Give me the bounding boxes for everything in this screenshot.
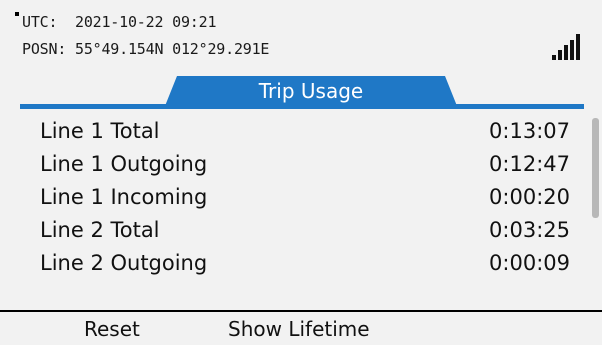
row-value: 0:00:20 <box>489 184 570 209</box>
scrollbar-thumb[interactable] <box>592 118 599 218</box>
status-indicator-dot <box>15 12 19 16</box>
device-screen: UTC: 2021-10-22 09:21 POSN: 55°49.154N 0… <box>0 0 602 345</box>
row-label: Line 1 Outgoing <box>40 151 208 176</box>
utc-time: UTC: 2021-10-22 09:21 <box>22 13 217 31</box>
position-readout: POSN: 55°49.154N 012°29.291E <box>22 40 270 58</box>
reset-button[interactable]: Reset <box>84 316 140 342</box>
usage-list[interactable]: Line 1 Total 0:13:07 Line 1 Outgoing 0:1… <box>40 114 570 304</box>
page-title: Trip Usage <box>258 79 364 103</box>
row-value: 0:13:07 <box>489 118 570 143</box>
list-item[interactable]: Line 1 Total 0:13:07 <box>40 114 570 147</box>
header-divider <box>20 104 584 109</box>
row-value: 0:03:25 <box>489 217 570 242</box>
row-label: Line 1 Total <box>40 118 160 143</box>
list-item[interactable]: Line 2 Total 0:03:25 <box>40 213 570 246</box>
row-label: Line 2 Total <box>40 217 160 242</box>
list-item[interactable]: Line 2 Outgoing 0:00:09 <box>40 246 570 279</box>
list-item[interactable]: Line 1 Incoming 0:00:20 <box>40 180 570 213</box>
show-lifetime-button[interactable]: Show Lifetime <box>228 316 370 342</box>
list-item[interactable]: Line 1 Outgoing 0:12:47 <box>40 147 570 180</box>
signal-strength-icon <box>552 34 582 60</box>
row-value: 0:00:09 <box>489 250 570 275</box>
row-label: Line 1 Incoming <box>40 184 208 209</box>
row-value: 0:12:47 <box>489 151 570 176</box>
softkey-divider <box>0 310 602 312</box>
row-label: Line 2 Outgoing <box>40 250 208 275</box>
